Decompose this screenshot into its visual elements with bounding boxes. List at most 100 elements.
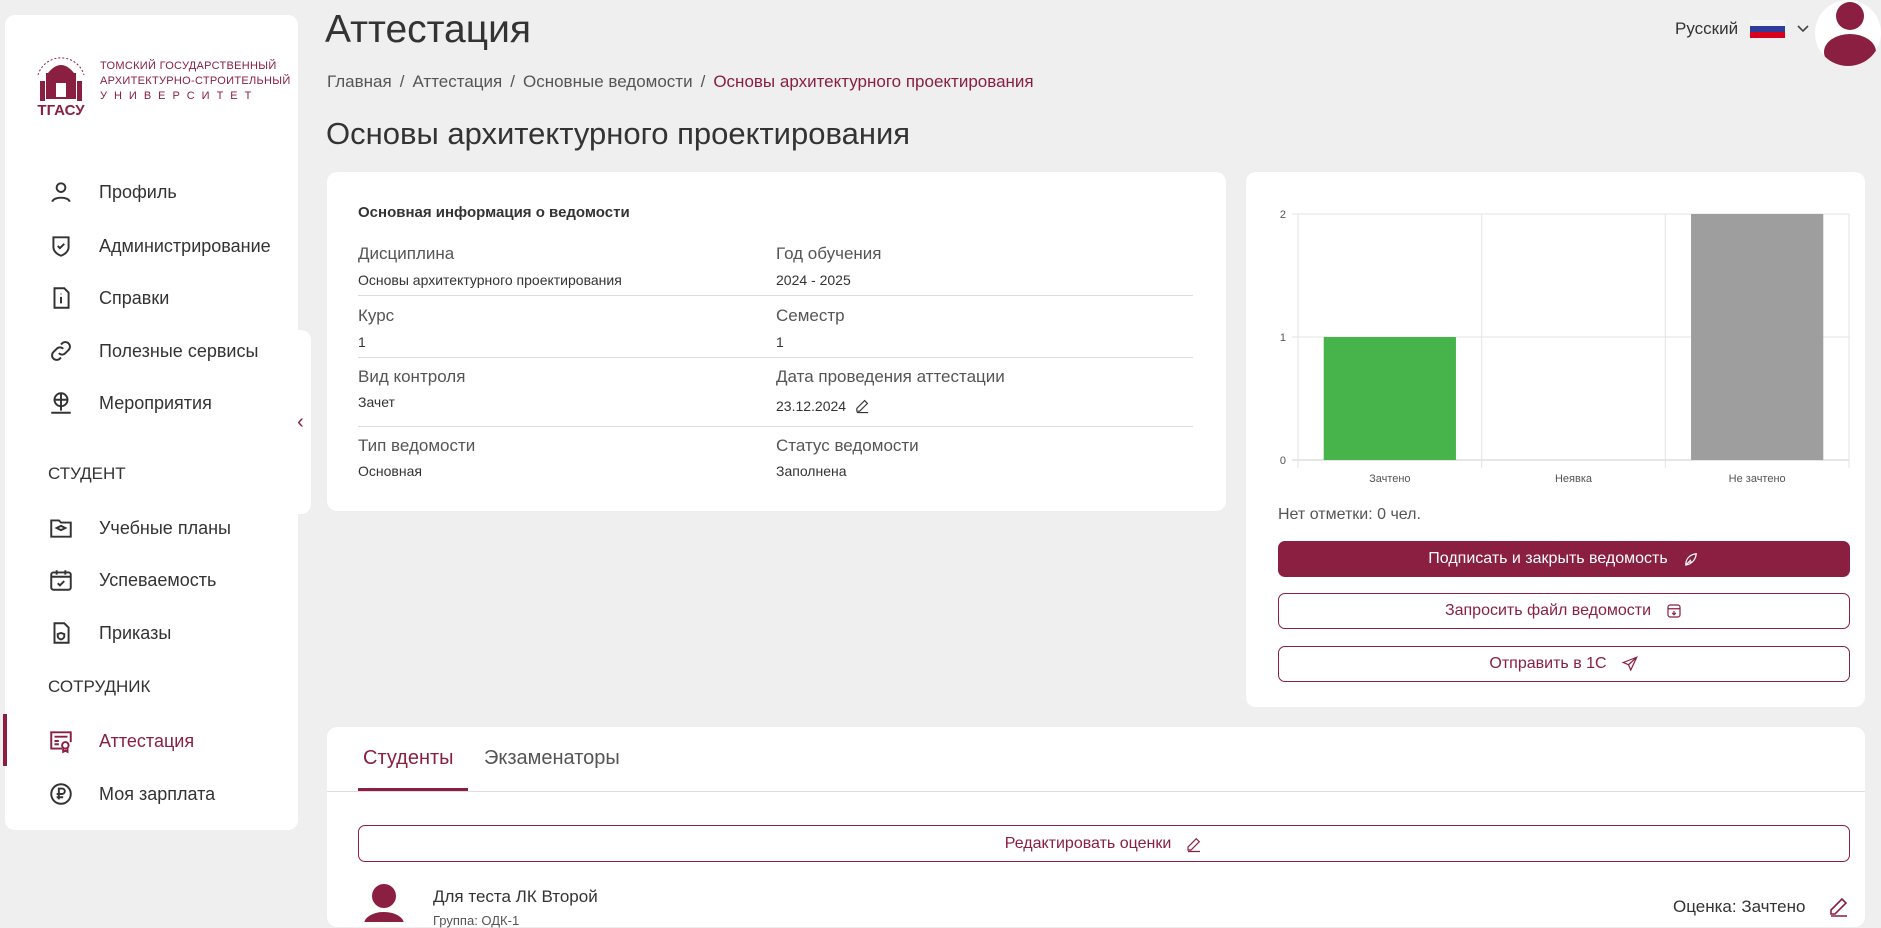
field-label: Вид контроля xyxy=(358,367,466,386)
breadcrumb-home[interactable]: Главная xyxy=(327,72,392,91)
sidebar-section-student: СТУДЕНТ xyxy=(48,464,126,483)
sidebar-item-label: Моя зарплата xyxy=(99,783,216,804)
field-value: 1 xyxy=(358,334,366,350)
students-panel: Студенты Экзаменаторы Редактировать оцен… xyxy=(327,727,1865,928)
attestation-date: 23.12.2024 xyxy=(776,397,871,414)
logo-emblem-icon: ТГАСУ xyxy=(37,57,85,117)
grades-chart-card: 0 1 2 Зачтено Неявка Не зачтено Нет отметки: … xyxy=(1246,172,1865,707)
tab-examiners[interactable]: Экзаменаторы xyxy=(484,747,620,770)
sidebar-item-orders[interactable]: Приказы xyxy=(48,618,171,648)
field-label: Дата проведения аттестации xyxy=(776,367,1005,386)
tabs-divider xyxy=(327,791,1865,792)
field-value: Основы архитектурного проектирования xyxy=(358,272,622,288)
request-sheet-file-button[interactable]: Запросить файл ведомости xyxy=(1278,593,1850,629)
sidebar-section-employee: СОТРУДНИК xyxy=(48,677,151,696)
student-avatar-icon[interactable] xyxy=(361,882,407,922)
language-selector[interactable]: Русский xyxy=(1675,19,1809,39)
active-indicator xyxy=(3,714,7,766)
user-icon xyxy=(51,182,71,203)
russia-flag-icon xyxy=(1750,19,1786,39)
tab-students[interactable]: Студенты xyxy=(363,747,454,770)
y-tick-label: 2 xyxy=(1280,209,1286,221)
file-info-icon xyxy=(53,287,70,309)
no-mark-count: Нет отметки: 0 чел. xyxy=(1278,506,1421,523)
sidebar-collapse-button[interactable]: ‹ xyxy=(290,330,311,514)
pencil-icon xyxy=(1187,837,1201,852)
sheet-info-card: Основная информация о ведомости Дисципли… xyxy=(327,172,1226,511)
certificate-icon xyxy=(50,731,72,754)
edit-grade-pencil-icon[interactable] xyxy=(1827,893,1851,919)
user-avatar[interactable] xyxy=(1815,0,1881,66)
grades-bar-chart: 0 1 2 Зачтено Неявка Не зачтено xyxy=(1280,209,1850,485)
svg-text:ТГАСУ: ТГАСУ xyxy=(37,102,85,117)
field-label: Год обучения xyxy=(776,244,882,263)
y-tick-label: 1 xyxy=(1280,332,1286,344)
x-tick-label: Неявка xyxy=(1555,473,1593,485)
button-label: Подписать и закрыть ведомость xyxy=(1428,550,1668,567)
breadcrumb-current: Основы архитектурного проектирования xyxy=(713,72,1034,91)
sidebar-item-label: Мероприятия xyxy=(99,392,212,413)
globe-network-icon xyxy=(51,392,71,414)
feather-pen-icon xyxy=(1684,553,1697,566)
field-value: 1 xyxy=(776,334,784,350)
button-label: Редактировать оценки xyxy=(1004,834,1172,852)
field-value: 2024 - 2025 xyxy=(776,272,851,288)
sidebar-item-profile[interactable]: Профиль xyxy=(48,177,177,207)
sidebar-item-label: Успеваемость xyxy=(99,569,217,590)
divider xyxy=(358,357,1193,358)
sidebar-item-certificates[interactable]: Справки xyxy=(48,283,169,313)
folder-graduation-icon xyxy=(50,519,72,538)
x-tick-label: Зачтено xyxy=(1369,473,1410,485)
page-header-title: Аттестация xyxy=(325,8,531,51)
send-to-1c-button[interactable]: Отправить в 1С xyxy=(1278,646,1850,682)
bar-2 xyxy=(1691,214,1824,460)
shield-check-icon xyxy=(52,236,70,257)
breadcrumb-main-sheets[interactable]: Основные ведомости xyxy=(523,72,693,91)
sidebar-item-study-plans[interactable]: Учебные планы xyxy=(48,513,231,543)
sidebar-item-performance[interactable]: Успеваемость xyxy=(48,565,216,595)
sidebar-item-label: Профиль xyxy=(99,181,177,202)
field-value: Зачет xyxy=(358,394,395,410)
info-heading: Основная информация о ведомости xyxy=(358,204,630,221)
student-name[interactable]: Для теста ЛК Второй xyxy=(433,887,598,907)
sidebar-item-label: Учебные планы xyxy=(99,517,231,538)
sidebar-item-administration[interactable]: Администрирование xyxy=(48,231,271,261)
divider xyxy=(358,295,1193,296)
send-icon xyxy=(1621,656,1638,672)
page-title: Основы архитектурного проектирования xyxy=(326,116,911,151)
field-label: Семестр xyxy=(776,306,845,325)
language-label: Русский xyxy=(1675,19,1739,38)
breadcrumb-attestation[interactable]: Аттестация xyxy=(412,72,502,91)
field-label: Статус ведомости xyxy=(776,436,919,455)
field-label: Курс xyxy=(358,306,395,325)
field-value: Заполнена xyxy=(776,463,847,479)
sidebar-item-label: Приказы xyxy=(99,622,172,643)
x-tick-label: Не зачтено xyxy=(1729,473,1786,485)
breadcrumb: Главная / Аттестация / Основные ведомости / Ос… xyxy=(327,72,1034,91)
sidebar-item-services[interactable]: Полезные сервисы xyxy=(48,336,258,366)
bar-0 xyxy=(1323,337,1456,460)
field-value: 23.12.2024 xyxy=(776,397,847,414)
y-tick-label: 0 xyxy=(1280,455,1286,467)
sidebar xyxy=(5,15,298,830)
university-logo[interactable]: ТГАСУ ТОМСКИЙ ГОСУДАРСТВЕННЫЙ АРХИТЕКТУР… xyxy=(30,45,291,117)
edit-grades-button[interactable]: Редактировать оценки xyxy=(358,825,1850,862)
field-label: Тип ведомости xyxy=(358,436,476,455)
sidebar-item-label: Администрирование xyxy=(99,235,271,256)
pencil-icon[interactable] xyxy=(854,397,871,414)
sidebar-item-salary[interactable]: Моя зарплата xyxy=(48,779,215,809)
sidebar-item-events[interactable]: Мероприятия xyxy=(48,388,212,418)
field-value: Основная xyxy=(358,463,422,479)
student-grade: Оценка: Зачтено xyxy=(1673,897,1806,916)
student-group: Группа: ОДК-1 xyxy=(433,913,520,928)
user-avatar-icon xyxy=(1824,2,1876,66)
sign-close-sheet-button[interactable]: Подписать и закрыть ведомость xyxy=(1278,541,1850,577)
divider xyxy=(358,426,1193,427)
button-label: Запросить файл ведомости xyxy=(1444,602,1652,619)
logo-text: ТОМСКИЙ ГОСУДАРСТВЕННЫЙ АРХИТЕКТУРНО-СТР… xyxy=(100,59,291,102)
field-label: Дисциплина xyxy=(358,244,455,263)
sidebar-item-attestation[interactable]: Аттестация xyxy=(48,726,194,756)
chevron-left-icon: ‹ xyxy=(297,410,304,433)
ruble-icon xyxy=(50,783,72,805)
file-shield-icon xyxy=(53,622,70,644)
